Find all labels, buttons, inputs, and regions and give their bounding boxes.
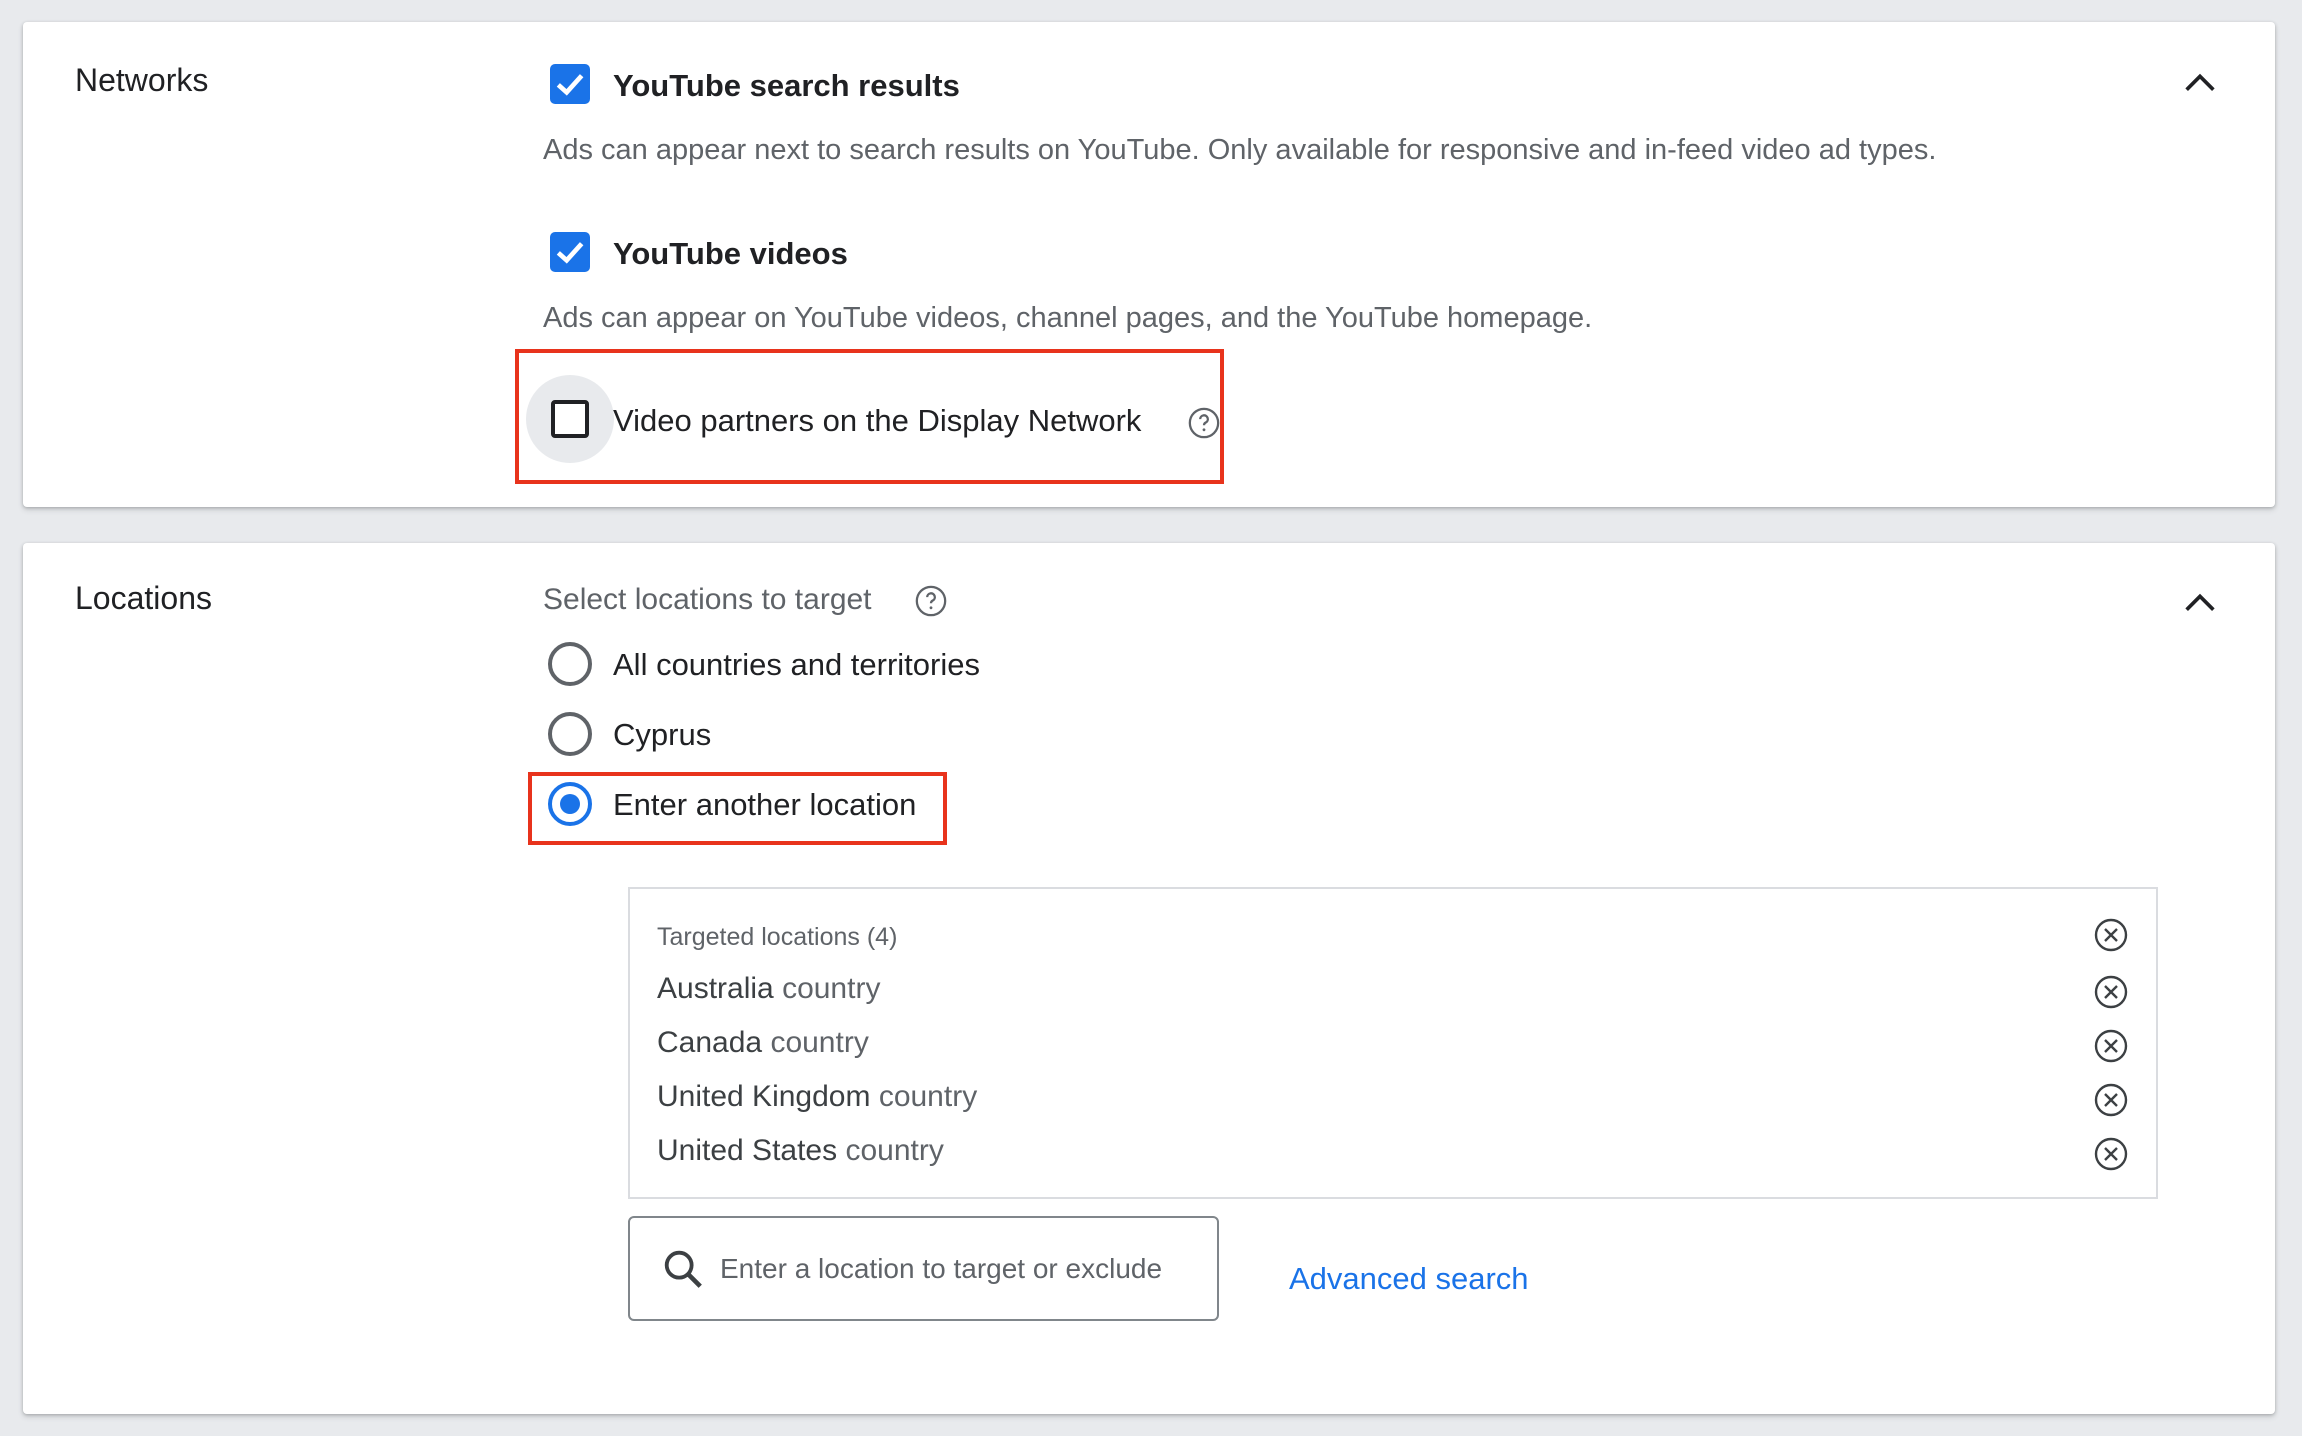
location-name: Canada country [657, 1026, 869, 1060]
advanced-search-link[interactable]: Advanced search [1289, 1261, 1529, 1297]
radio-cyprus[interactable] [548, 712, 592, 756]
help-icon[interactable] [1187, 406, 1221, 440]
list-item: Canada country [630, 1018, 2156, 1072]
radio-all-countries[interactable] [548, 642, 592, 686]
networks-card: Networks YouTube search results Ads can … [23, 22, 2275, 507]
select-locations-prompt: Select locations to target [543, 583, 872, 616]
radio-enter-another-location[interactable] [548, 782, 592, 826]
locations-section-title: Locations [75, 580, 212, 616]
remove-icon[interactable] [2093, 1028, 2129, 1064]
location-type: country [770, 1026, 869, 1059]
location-country: Canada [657, 1026, 763, 1059]
list-item: United States country [630, 1126, 2156, 1180]
checkmark-icon [556, 242, 584, 264]
video-partners-checkbox[interactable] [551, 400, 589, 438]
chevron-up-icon [2185, 593, 2215, 611]
location-type: country [845, 1134, 944, 1167]
search-icon [664, 1250, 702, 1288]
youtube-videos-label[interactable]: YouTube videos [613, 236, 848, 272]
remove-icon[interactable] [2093, 974, 2129, 1010]
networks-section-title: Networks [75, 62, 209, 98]
list-item: United Kingdom country [630, 1072, 2156, 1126]
location-type: country [782, 972, 881, 1005]
radio-selected-dot [560, 794, 580, 814]
locations-card: Locations Select locations to target All… [23, 543, 2275, 1414]
video-partners-label[interactable]: Video partners on the Display Network [613, 403, 1141, 439]
location-search-input[interactable] [720, 1246, 1200, 1292]
targeted-locations-header: Targeted locations (4) [657, 923, 898, 951]
youtube-search-results-description: Ads can appear next to search results on… [543, 134, 1937, 166]
help-icon[interactable] [914, 584, 948, 618]
location-name: Australia country [657, 972, 880, 1006]
youtube-search-results-label[interactable]: YouTube search results [613, 68, 960, 104]
networks-collapse-button[interactable] [2175, 58, 2225, 108]
locations-collapse-button[interactable] [2175, 578, 2225, 628]
location-country: United States [657, 1134, 838, 1167]
location-name: United Kingdom country [657, 1080, 977, 1114]
list-item: Australia country [630, 964, 2156, 1018]
radio-all-countries-label[interactable]: All countries and territories [613, 647, 980, 683]
clear-all-icon[interactable] [2093, 917, 2129, 953]
chevron-up-icon [2185, 73, 2215, 91]
youtube-search-results-checkbox[interactable] [550, 64, 590, 104]
targeted-locations-list: Targeted locations (4) Australia country… [628, 887, 2158, 1199]
location-search-box[interactable] [628, 1216, 1219, 1321]
youtube-videos-description: Ads can appear on YouTube videos, channe… [543, 302, 1593, 334]
checkmark-icon [556, 74, 584, 96]
remove-icon[interactable] [2093, 1082, 2129, 1118]
location-country: United Kingdom [657, 1080, 871, 1113]
remove-icon[interactable] [2093, 1136, 2129, 1172]
location-name: United States country [657, 1134, 944, 1168]
radio-enter-another-location-label[interactable]: Enter another location [613, 787, 916, 823]
youtube-videos-checkbox[interactable] [550, 232, 590, 272]
location-country: Australia [657, 972, 774, 1005]
radio-cyprus-label[interactable]: Cyprus [613, 717, 711, 753]
location-type: country [878, 1080, 978, 1113]
